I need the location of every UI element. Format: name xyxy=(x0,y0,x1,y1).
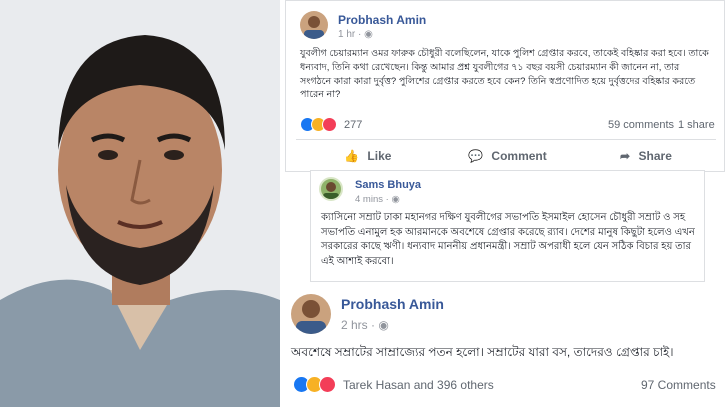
post-author-name[interactable]: Probhash Amin xyxy=(338,13,426,27)
author-avatar[interactable] xyxy=(300,11,328,39)
author-avatar[interactable] xyxy=(319,177,343,201)
person-avatar-icon xyxy=(296,300,326,334)
man-portrait-image xyxy=(0,0,280,407)
like-button[interactable]: 👍 Like xyxy=(344,147,391,165)
post-body: অবশেষে সম্রাটের সাম্রাজ্যের পতন হলো। সম্… xyxy=(291,345,674,359)
comment-label: Comment xyxy=(491,149,547,163)
comments-count[interactable]: 97 Comments xyxy=(641,378,716,392)
person-avatar-icon xyxy=(304,16,324,39)
globe-icon: ◉ xyxy=(364,29,373,40)
share-button[interactable]: ➦ Share xyxy=(620,147,672,165)
post-body: যুবলীগ চেয়ারম্যান ওমর ফারুক চৌধুরী বলেছ… xyxy=(300,48,709,101)
post-card-1: Probhash Amin 1 hr · ◉ যুবলীগ চেয়ারম্যা… xyxy=(285,0,725,172)
action-bar-divider xyxy=(296,139,716,140)
reaction-icons[interactable] xyxy=(300,117,350,133)
post-time[interactable]: 4 mins · ◉ xyxy=(355,194,400,205)
person-avatar-icon xyxy=(323,182,339,199)
post-time-label: 2 hrs xyxy=(341,318,368,332)
comments-count[interactable]: 59 comments xyxy=(608,119,674,131)
globe-icon: ◉ xyxy=(378,318,389,332)
post-card-2: Sams Bhuya 4 mins · ◉ ক্যাসিনো সম্রাট ঢা… xyxy=(310,170,705,282)
post-time[interactable]: 1 hr · ◉ xyxy=(338,29,373,40)
share-icon: ➦ xyxy=(620,149,631,163)
post-card-3: Probhash Amin 2 hrs · ◉ অবশেষে সম্রাটের … xyxy=(283,282,727,407)
post-time[interactable]: 2 hrs · ◉ xyxy=(341,318,389,332)
comment-button[interactable]: 💬 Comment xyxy=(468,147,547,165)
shares-count[interactable]: 1 share xyxy=(678,119,715,131)
profile-photo xyxy=(0,0,280,407)
reaction-count[interactable]: 277 xyxy=(344,119,362,131)
post-time-label: 1 hr xyxy=(338,29,356,40)
post-time-label: 4 mins xyxy=(355,194,383,205)
globe-icon: ◉ xyxy=(391,194,400,205)
reactors-text[interactable]: Tarek Hasan and 396 others xyxy=(343,378,494,392)
post-body: ক্যাসিনো সম্রাট ঢাকা মহানগর দক্ষিণ যুবলী… xyxy=(321,212,695,267)
thumbs-up-icon: 👍 xyxy=(344,149,359,163)
share-label: Share xyxy=(638,149,672,163)
image-divider xyxy=(280,0,282,407)
post-author-name[interactable]: Probhash Amin xyxy=(341,296,444,312)
love-reaction-icon xyxy=(319,376,336,393)
love-reaction-icon xyxy=(322,117,337,132)
like-label: Like xyxy=(367,149,392,163)
author-avatar[interactable] xyxy=(291,294,331,334)
comment-icon: 💬 xyxy=(468,149,483,163)
post-author-name[interactable]: Sams Bhuya xyxy=(355,179,421,191)
